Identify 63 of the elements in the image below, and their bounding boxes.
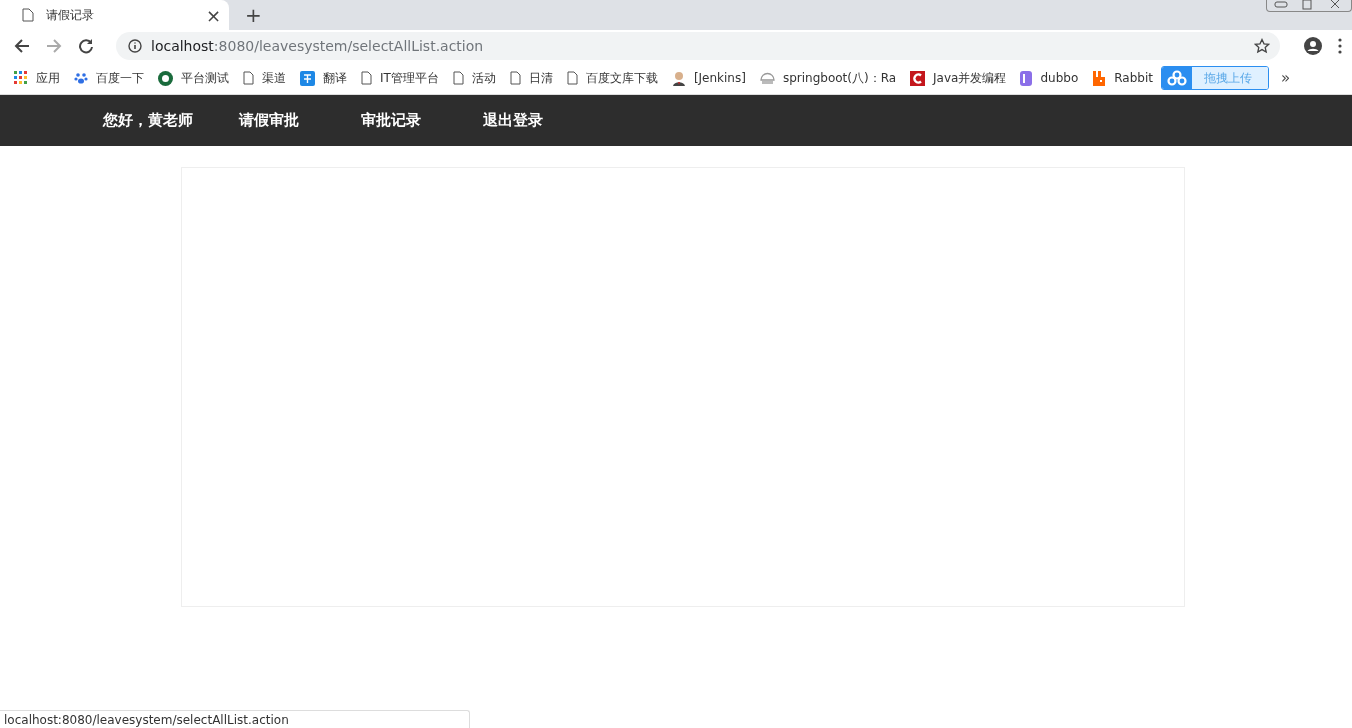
bookmark-label: Java并发编程 <box>933 69 1007 87</box>
nav-link[interactable]: 审批记录 <box>361 111 421 130</box>
info-icon <box>128 39 142 53</box>
helmet-icon <box>759 71 775 85</box>
nav-link[interactable]: 退出登录 <box>483 111 543 130</box>
bookmark-item[interactable]: IT管理平台 <box>361 69 439 87</box>
bookmark-label: 平台测试 <box>181 69 229 87</box>
paw-icon <box>74 71 88 85</box>
url-text: localhost:8080/leavesystem/selectAllList.action <box>151 38 485 54</box>
bookmark-item[interactable]: 百度文库下载 <box>566 69 658 87</box>
page-icon <box>452 71 464 85</box>
back-icon[interactable] <box>14 38 30 54</box>
bookmark-label: IT管理平台 <box>380 69 439 87</box>
bookmark-label: [Jenkins] <box>693 71 746 85</box>
bookmark-label: 百度文库下载 <box>585 69 658 87</box>
page-icon <box>361 71 372 85</box>
bookmark-item[interactable]: springboot(八)：Ra <box>759 69 897 87</box>
round-logo-icon <box>158 70 173 86</box>
more-bookmarks-button[interactable]: » <box>1280 69 1291 87</box>
grid-icon <box>14 71 28 85</box>
browser-tab[interactable]: 请假记录 × <box>0 0 229 30</box>
page-icon <box>566 71 578 85</box>
cloud-icon <box>1166 70 1187 86</box>
bookmark-label: 翻译 <box>323 69 347 87</box>
bookmark-label: 日清 <box>528 69 553 87</box>
page-icon <box>509 71 521 85</box>
bookmark-label: 活动 <box>471 69 496 87</box>
bookmark-label: dubbo <box>1040 71 1079 85</box>
bookmark-item[interactable]: 日清 <box>509 69 553 87</box>
bookmark-item[interactable]: 翻译 <box>300 69 347 87</box>
rabbit-logo-icon <box>1092 70 1107 86</box>
bookmark-item[interactable]: 应用 <box>14 69 60 87</box>
page-icon <box>243 71 254 85</box>
bookmark-label: 渠道 <box>262 69 286 87</box>
bookmark-label: Rabbit <box>1114 71 1153 85</box>
translate-icon <box>300 70 315 86</box>
account-icon[interactable] <box>1304 37 1322 55</box>
status-url: localhost:8080/leavesystem/selectAllList.action <box>0 710 470 728</box>
new-tab-button[interactable]: + <box>245 3 262 27</box>
bookmark-item[interactable]: Rabbit <box>1092 70 1153 86</box>
bookmark-item[interactable]: 百度一下 <box>74 69 144 87</box>
address-bar[interactable]: localhost:8080/leavesystem/selectAllList.action <box>116 32 1280 60</box>
bookmark-item[interactable]: 平台测试 <box>158 69 229 87</box>
greeting-text: 您好，黄老师 <box>103 111 193 130</box>
person-icon <box>671 70 686 86</box>
bookmark-item[interactable]: dubbo <box>1020 70 1079 86</box>
close-tab-button[interactable]: × <box>205 4 221 26</box>
bookmark-item[interactable]: 活动 <box>452 69 496 87</box>
bookmark-item[interactable]: 渠道 <box>243 69 286 87</box>
bookmark-item[interactable]: [Jenkins] <box>671 70 746 86</box>
tab-title: 请假记录 <box>46 6 95 24</box>
reload-icon[interactable] <box>78 38 94 54</box>
window-controls[interactable] <box>1266 0 1352 12</box>
bookmark-label: 应用 <box>36 69 60 87</box>
c-logo-icon <box>910 70 926 86</box>
menu-icon[interactable] <box>1338 38 1342 54</box>
bookmark-label: springboot(八)：Ra <box>782 69 897 87</box>
page-icon <box>22 8 34 22</box>
star-icon[interactable] <box>1254 38 1270 54</box>
d-logo-icon <box>1020 70 1033 86</box>
bookmark-label: 百度一下 <box>96 69 144 87</box>
nav-link[interactable]: 请假审批 <box>239 111 299 130</box>
bookmark-item[interactable]: Java并发编程 <box>910 69 1007 87</box>
